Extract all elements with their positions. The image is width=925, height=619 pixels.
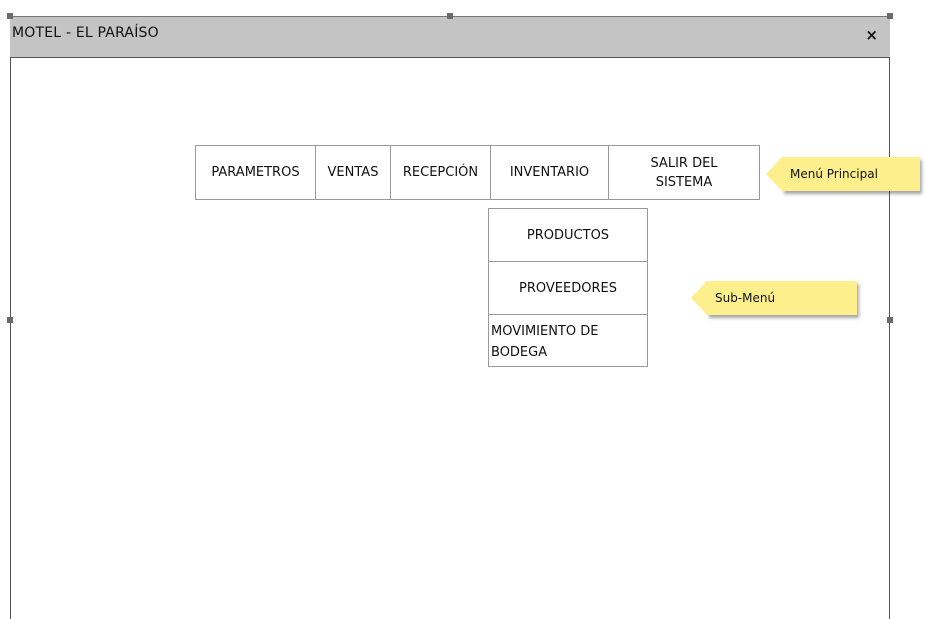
annotation-text: Sub-Menú (715, 291, 776, 305)
menu-item-label: RECEPCIÓN (402, 165, 479, 180)
submenu-item-productos[interactable]: PRODUCTOS (489, 209, 647, 262)
resize-handle-left[interactable] (7, 317, 13, 323)
menu-item-inventario[interactable]: INVENTARIO (491, 146, 609, 199)
inventario-submenu: PRODUCTOS PROVEEDORES MOVIMIENTO DE BODE… (488, 208, 648, 367)
resize-handle-top-left[interactable] (7, 13, 13, 19)
submenu-item-label: PROVEEDORES (519, 280, 617, 296)
menu-item-label: VENTAS (327, 165, 379, 180)
menu-item-recepcion[interactable]: RECEPCIÓN (391, 146, 491, 199)
close-icon[interactable]: × (865, 26, 878, 44)
submenu-item-movimiento-bodega[interactable]: MOVIMIENTO DE BODEGA (489, 315, 647, 368)
submenu-annotation: Sub-Menú (691, 281, 857, 315)
main-menu-annotation: Menú Principal (766, 157, 920, 191)
submenu-item-label: MOVIMIENTO DE BODEGA (491, 324, 599, 360)
resize-handle-top[interactable] (447, 13, 453, 19)
resize-handle-right[interactable] (887, 317, 893, 323)
submenu-item-proveedores[interactable]: PROVEEDORES (489, 262, 647, 315)
window-title: MOTEL - EL PARAÍSO (12, 25, 159, 41)
menu-item-parametros[interactable]: PARAMETROS (196, 146, 316, 199)
main-menu: PARAMETROS VENTAS RECEPCIÓN INVENTARIO S… (195, 145, 760, 200)
menu-item-label: PARAMETROS (211, 165, 300, 180)
annotation-text: Menú Principal (790, 167, 878, 181)
resize-handle-top-right[interactable] (887, 13, 893, 19)
menu-item-ventas[interactable]: VENTAS (316, 146, 391, 199)
application-window (10, 16, 890, 619)
submenu-item-label: PRODUCTOS (526, 227, 610, 243)
menu-item-label: INVENTARIO (509, 165, 590, 180)
menu-item-salir[interactable]: SALIR DEL SISTEMA (609, 146, 759, 199)
menu-item-label: SALIR DEL SISTEMA (650, 155, 718, 190)
title-bar: MOTEL - EL PARAÍSO × (10, 16, 890, 58)
